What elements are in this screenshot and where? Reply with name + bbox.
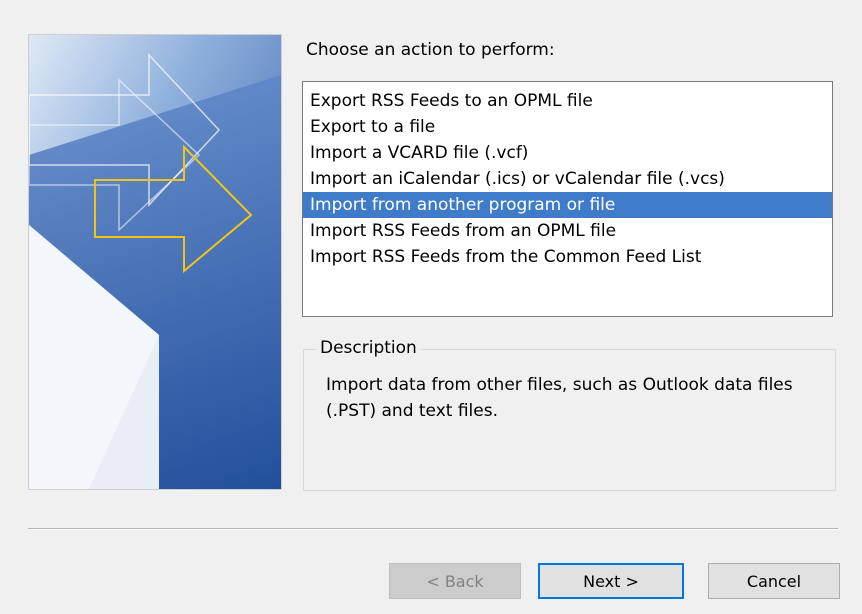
footer-separator — [28, 528, 838, 530]
action-listbox[interactable]: Export RSS Feeds to an OPML file Export … — [302, 81, 833, 317]
action-item-import-rss-opml[interactable]: Import RSS Feeds from an OPML file — [303, 218, 832, 244]
action-item-import-rss-common-feed[interactable]: Import RSS Feeds from the Common Feed Li… — [303, 244, 832, 270]
next-button[interactable]: Next > — [538, 563, 684, 599]
action-item-import-vcard[interactable]: Import a VCARD file (.vcf) — [303, 140, 832, 166]
wizard-side-graphic — [28, 34, 282, 490]
cancel-button[interactable]: Cancel — [708, 563, 840, 599]
action-prompt-label: Choose an action to perform: — [306, 40, 555, 60]
description-group: Description Import data from other files… — [303, 338, 836, 491]
action-item-import-another-program[interactable]: Import from another program or file — [303, 192, 832, 218]
action-item-import-icalendar[interactable]: Import an iCalendar (.ics) or vCalendar … — [303, 166, 832, 192]
back-button[interactable]: < Back — [389, 563, 521, 599]
action-item-export-file[interactable]: Export to a file — [303, 114, 832, 140]
description-text: Import data from other files, such as Ou… — [326, 375, 793, 421]
arrow-graphic-icon — [29, 35, 281, 489]
action-item-export-rss-opml[interactable]: Export RSS Feeds to an OPML file — [303, 88, 832, 114]
description-legend: Description — [316, 338, 421, 358]
